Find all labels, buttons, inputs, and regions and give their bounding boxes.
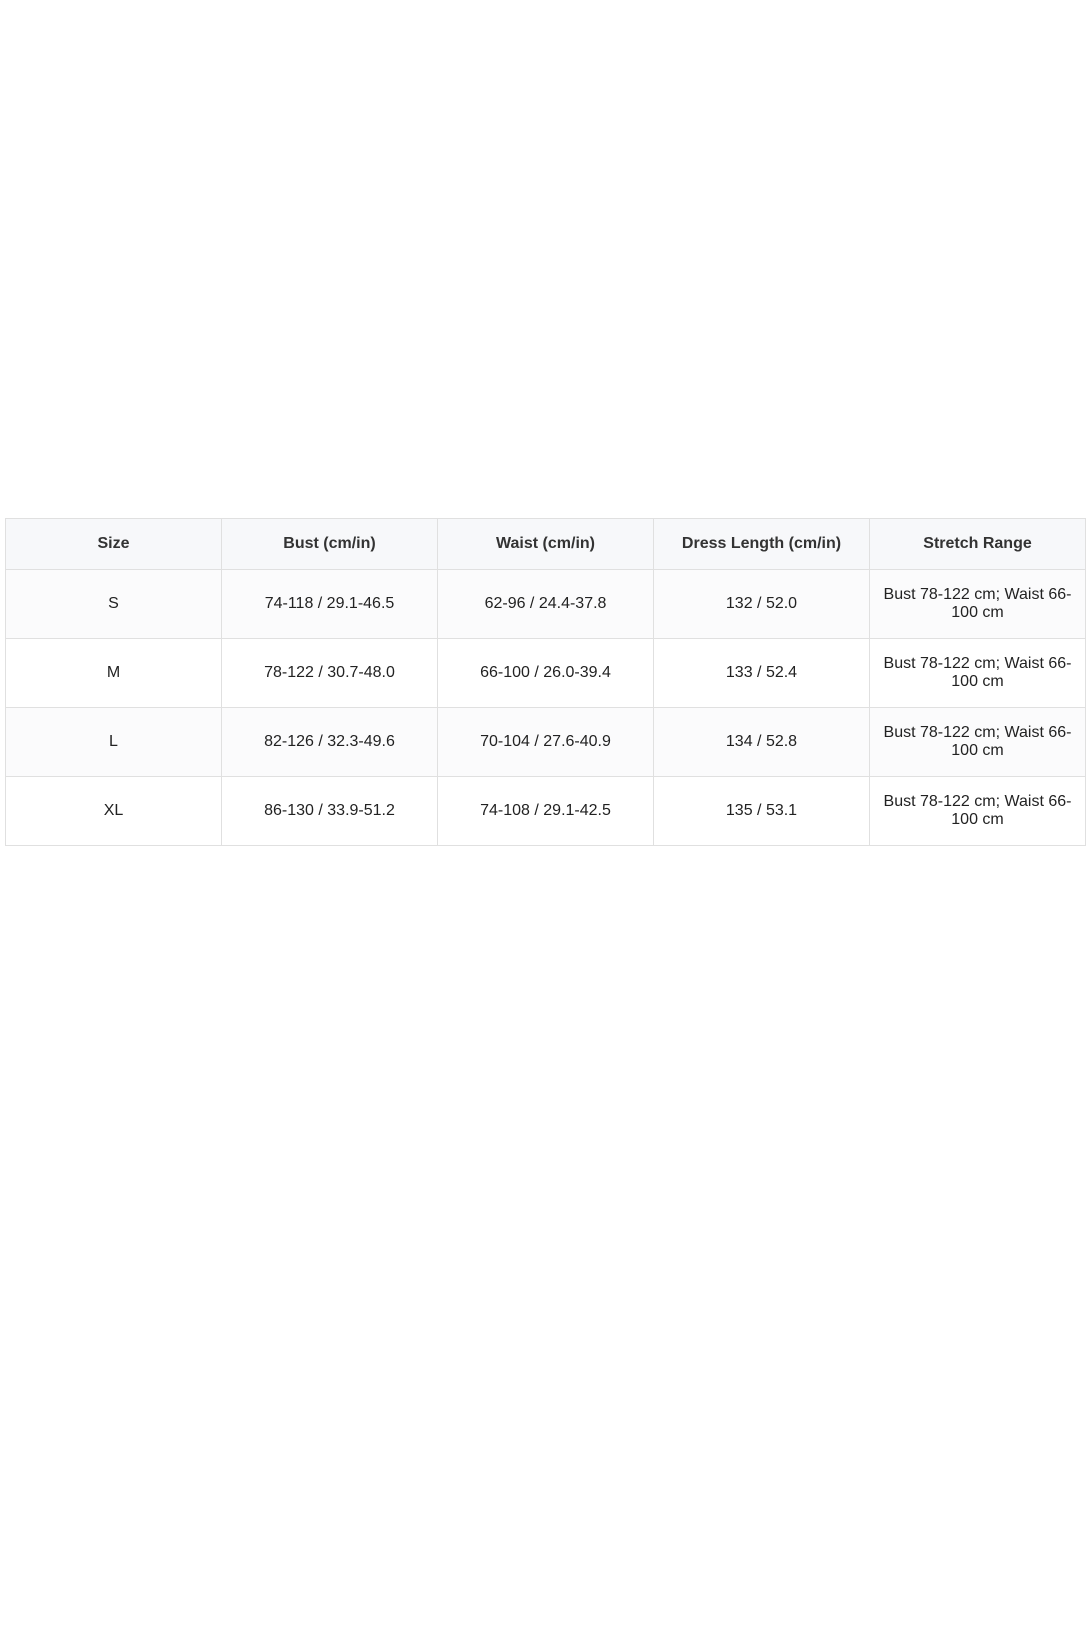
- cell-bust: 82-126 / 32.3-49.6: [221, 707, 438, 777]
- header-waist: Waist (cm/in): [437, 518, 654, 570]
- header-size: Size: [5, 518, 222, 570]
- cell-waist: 62-96 / 24.4-37.8: [437, 569, 654, 639]
- cell-dress-length: 132 / 52.0: [653, 569, 870, 639]
- cell-waist: 66-100 / 26.0-39.4: [437, 638, 654, 708]
- table-header: Size Bust (cm/in) Waist (cm/in) Dress Le…: [5, 518, 1086, 570]
- cell-dress-length: 135 / 53.1: [653, 776, 870, 846]
- cell-stretch-range: Bust 78-122 cm; Waist 66-100 cm: [869, 569, 1086, 639]
- cell-waist: 74-108 / 29.1-42.5: [437, 776, 654, 846]
- table-row: S 74-118 / 29.1-46.5 62-96 / 24.4-37.8 1…: [5, 569, 1086, 639]
- cell-dress-length: 134 / 52.8: [653, 707, 870, 777]
- header-bust: Bust (cm/in): [221, 518, 438, 570]
- table-row: XL 86-130 / 33.9-51.2 74-108 / 29.1-42.5…: [5, 776, 1086, 846]
- cell-size: L: [5, 707, 222, 777]
- cell-dress-length: 133 / 52.4: [653, 638, 870, 708]
- cell-size: M: [5, 638, 222, 708]
- cell-bust: 74-118 / 29.1-46.5: [221, 569, 438, 639]
- header-dress-length: Dress Length (cm/in): [653, 518, 870, 570]
- cell-stretch-range: Bust 78-122 cm; Waist 66-100 cm: [869, 707, 1086, 777]
- header-stretch-range: Stretch Range: [869, 518, 1086, 570]
- table-row: L 82-126 / 32.3-49.6 70-104 / 27.6-40.9 …: [5, 707, 1086, 777]
- header-row: Size Bust (cm/in) Waist (cm/in) Dress Le…: [5, 518, 1086, 570]
- table-row: M 78-122 / 30.7-48.0 66-100 / 26.0-39.4 …: [5, 638, 1086, 708]
- cell-size: XL: [5, 776, 222, 846]
- cell-stretch-range: Bust 78-122 cm; Waist 66-100 cm: [869, 638, 1086, 708]
- size-chart-table: Size Bust (cm/in) Waist (cm/in) Dress Le…: [5, 518, 1086, 846]
- cell-bust: 78-122 / 30.7-48.0: [221, 638, 438, 708]
- cell-stretch-range: Bust 78-122 cm; Waist 66-100 cm: [869, 776, 1086, 846]
- cell-waist: 70-104 / 27.6-40.9: [437, 707, 654, 777]
- table-body: S 74-118 / 29.1-46.5 62-96 / 24.4-37.8 1…: [5, 569, 1086, 846]
- cell-bust: 86-130 / 33.9-51.2: [221, 776, 438, 846]
- cell-size: S: [5, 569, 222, 639]
